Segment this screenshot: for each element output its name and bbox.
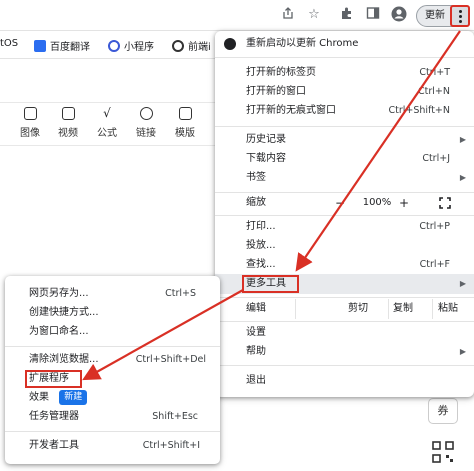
chevron-right-icon: ▶ [459,347,466,356]
browser-toolbar: ☆ 更新 [0,0,474,31]
menu-downloads[interactable]: 下载内容 Ctrl+J [215,149,474,169]
bookmark-item[interactable]: tOS [0,38,18,49]
paste-button[interactable]: 粘贴 [438,299,458,319]
submenu-extensions[interactable]: 扩展程序 [5,369,220,389]
video-icon [61,107,75,120]
insert-link-button[interactable]: 链接 [131,107,161,139]
submenu-devtools[interactable]: 开发者工具 Ctrl+Shift+I [5,436,220,456]
more-tools-submenu: 网页另存为... Ctrl+S 创建快捷方式... 为窗口命名... 清除浏览数… [5,276,220,464]
zoom-value: 100% [362,197,392,208]
menu-history[interactable]: 历史记录 ▶ [215,130,474,150]
extensions-icon[interactable] [338,6,356,24]
copy-button[interactable]: 复制 [393,299,413,319]
image-icon [23,107,37,120]
link-icon [139,107,153,120]
chrome-main-menu: 重新启动以更新 Chrome 打开新的标签页 Ctrl+T 打开新的窗口 Ctr… [215,31,474,397]
qrcode-icon[interactable] [431,440,455,464]
menu-bookmarks[interactable]: 书签 ▶ [215,168,474,188]
editor-toolbar: 图像 视频 √ 公式 链接 模版 [0,102,215,146]
share-icon[interactable] [279,6,297,24]
coupon-label: 券 [437,404,449,417]
chevron-right-icon: ▶ [459,173,466,182]
insert-video-button[interactable]: 视频 [53,107,83,139]
menu-new-tab[interactable]: 打开新的标签页 Ctrl+T [215,63,474,83]
menu-incognito[interactable]: 打开新的无痕式窗口 Ctrl+Shift+N [215,101,474,121]
menu-zoom: 缩放 − 100% + [215,193,474,213]
update-arrow-icon [224,38,236,50]
menu-find[interactable]: 查找... Ctrl+F [215,255,474,275]
globe-icon [172,40,184,52]
submenu-name-window[interactable]: 为窗口命名... [5,322,220,342]
new-badge: 新建 [59,390,88,405]
profile-icon[interactable] [390,6,408,24]
menu-more-tools[interactable]: 更多工具 ▶ [215,274,474,294]
bookmark-item[interactable]: 百度翻译 [34,38,90,53]
insert-image-button[interactable]: 图像 [15,107,45,139]
star-icon[interactable]: ☆ [305,6,323,24]
coupon-widget[interactable]: 券 [428,398,458,424]
submenu-clear-data[interactable]: 清除浏览数据... Ctrl+Shift+Del [5,350,220,370]
cut-button[interactable]: 剪切 [348,299,368,319]
more-menu-icon[interactable] [450,5,470,27]
menu-cast[interactable]: 投放... [215,236,474,256]
menu-print[interactable]: 打印... Ctrl+P [215,217,474,237]
insert-formula-button[interactable]: √ 公式 [92,106,122,140]
translate-icon [34,40,46,52]
menu-help[interactable]: 帮助 ▶ [215,342,474,362]
annotation-highlight-box [242,275,299,293]
update-label: 更新 [425,10,445,21]
menu-settings[interactable]: 设置 [215,323,474,343]
bookmark-item[interactable]: 小程序 [108,38,154,53]
miniprogram-icon [108,40,120,52]
chevron-right-icon: ▶ [459,135,466,144]
zoom-out-button[interactable]: − [335,193,345,213]
fullscreen-icon[interactable] [439,197,451,209]
formula-icon: √ [103,106,111,120]
zoom-in-button[interactable]: + [399,193,409,213]
chevron-right-icon: ▶ [459,279,466,288]
side-panel-icon[interactable] [364,6,382,24]
submenu-save-as[interactable]: 网页另存为... Ctrl+S [5,284,220,304]
menu-new-window[interactable]: 打开新的窗口 Ctrl+N [215,82,474,102]
submenu-effects[interactable]: 效果 新建 [5,388,220,408]
template-icon [178,107,192,120]
bookmark-item[interactable]: 前端i [172,38,211,53]
annotation-highlight-box [25,370,82,388]
menu-exit[interactable]: 退出 [215,371,474,391]
menu-edit: 编辑 剪切 复制 粘贴 [215,299,474,319]
relaunch-update-item[interactable]: 重新启动以更新 Chrome [215,34,474,54]
insert-template-button[interactable]: 模版 [170,107,200,139]
submenu-task-manager[interactable]: 任务管理器 Shift+Esc [5,407,220,427]
submenu-create-shortcut[interactable]: 创建快捷方式... [5,303,220,323]
